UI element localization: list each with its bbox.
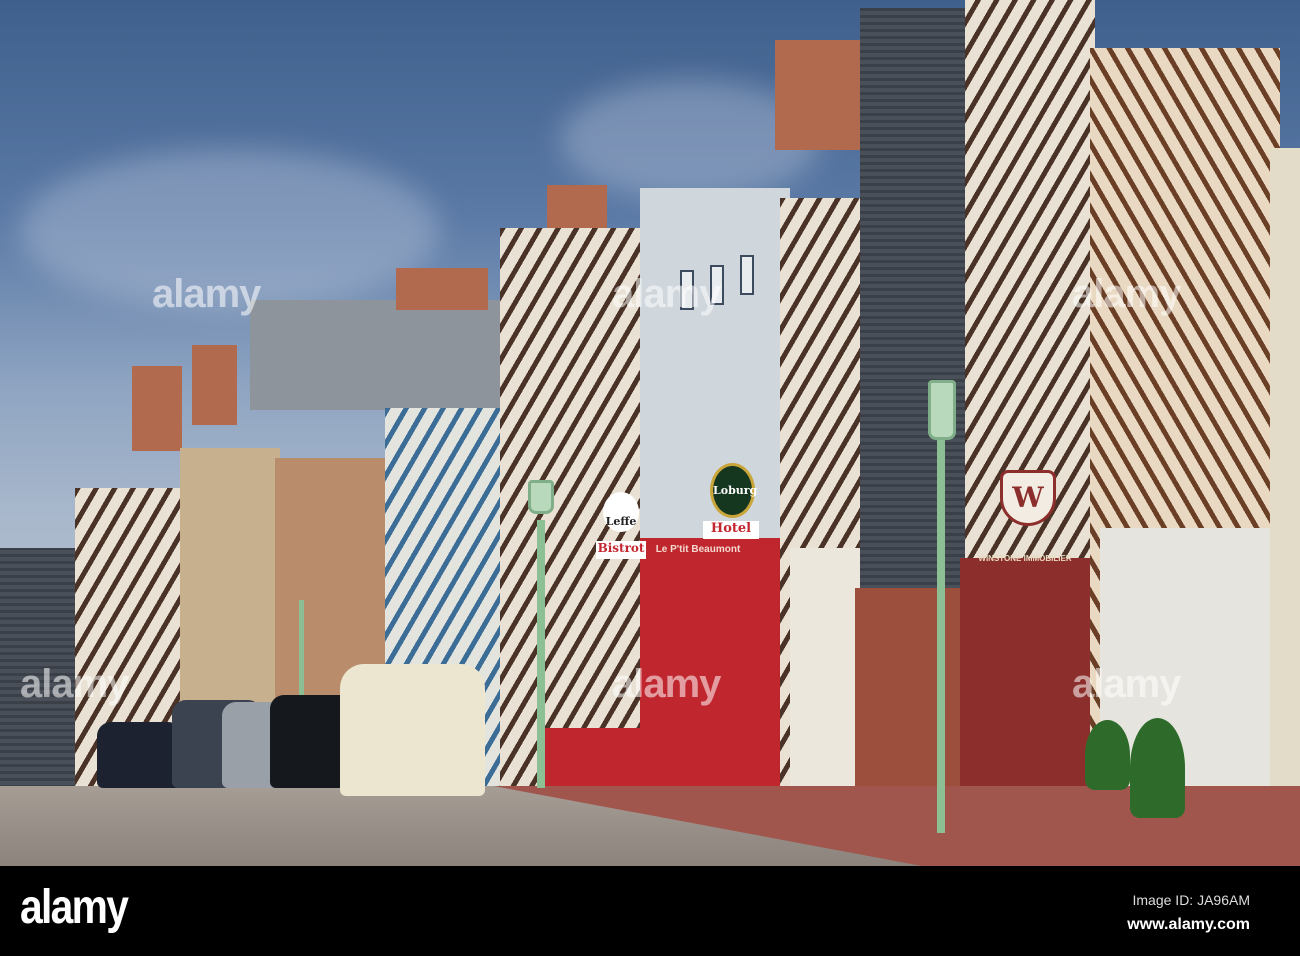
agency-front (960, 558, 1090, 788)
agency-name: WINSTONE IMMOBILIER (978, 554, 1072, 563)
site-url: www.alamy.com (1127, 916, 1250, 933)
street-photo: Leffe Bistrot Loburg Hotel Le P'tit Beau… (0, 0, 1300, 866)
street-lamp (937, 440, 945, 833)
watermark: alamy (1072, 272, 1181, 316)
chimney (192, 345, 237, 425)
brick-front (855, 588, 965, 788)
lamp-head (928, 380, 956, 440)
van (340, 664, 485, 796)
hotel-sign: Hotel (703, 521, 759, 539)
watermark: alamy (152, 272, 261, 316)
planter (1085, 720, 1130, 790)
street-lamp (537, 520, 545, 788)
roof (250, 300, 510, 410)
watermark: alamy (612, 272, 721, 316)
watermark: alamy (1072, 662, 1181, 706)
street-lamp (299, 600, 304, 700)
alamy-logo: alamy (20, 881, 129, 934)
watermark: alamy (20, 662, 129, 706)
loburg-sign: Loburg (710, 463, 757, 518)
watermark: alamy (612, 662, 721, 706)
bistrot-sign: Bistrot (596, 541, 646, 559)
footer-bar: alamy Image ID: JA96AM www.alamy.com (0, 866, 1300, 956)
restaurant-name: Le P'tit Beaumont (655, 544, 741, 555)
car (97, 722, 182, 788)
leffe-sign: Leffe (603, 492, 639, 532)
building (1270, 148, 1300, 788)
image-id: Image ID: JA96AM (1132, 892, 1251, 908)
window (740, 255, 754, 295)
storefront (790, 548, 860, 788)
chimney (132, 366, 182, 451)
planter (1130, 718, 1185, 818)
chimney (396, 268, 488, 310)
red-screen (545, 728, 640, 788)
agency-crest: W (1000, 470, 1056, 526)
lamp-head (528, 480, 554, 514)
